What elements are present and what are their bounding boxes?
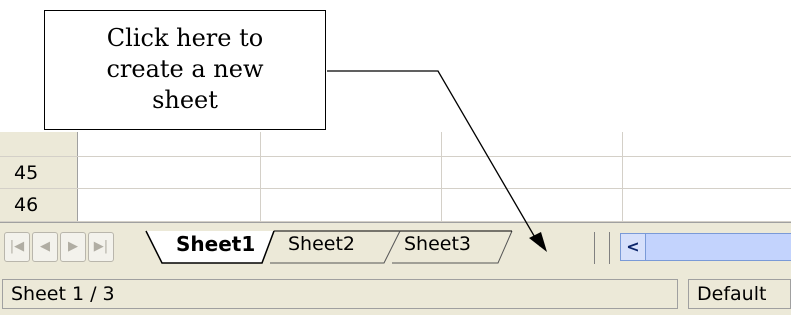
callout-line: create a new [106, 55, 264, 83]
table-row[interactable]: 45 [0, 156, 791, 189]
sheet-count-status: Sheet 1 / 3 [2, 279, 678, 309]
tab-scroll-splitter[interactable] [594, 232, 610, 264]
sheet-tab-bar: |◀ ◀ ▶ ▶| Sheet1 Sheet2 Sheet3 < [0, 222, 791, 270]
row-header[interactable]: 45 [0, 157, 78, 188]
row-header[interactable]: 46 [0, 189, 78, 221]
callout-line: sheet [152, 86, 218, 114]
table-row[interactable]: 46 [0, 189, 791, 222]
tab-sheet3[interactable]: Sheet3 [396, 227, 479, 263]
tab-sheet1[interactable]: Sheet1 [168, 227, 263, 263]
page-style-status[interactable]: Default [688, 279, 791, 309]
scroll-left-icon[interactable]: < [620, 233, 646, 261]
tab-sheet2[interactable]: Sheet2 [280, 227, 363, 263]
row-header-area [0, 132, 78, 156]
callout-line: Click here to [106, 24, 264, 52]
callout-box: Click here to create a new sheet [44, 10, 326, 130]
status-bar: Sheet 1 / 3 Default [0, 270, 791, 315]
